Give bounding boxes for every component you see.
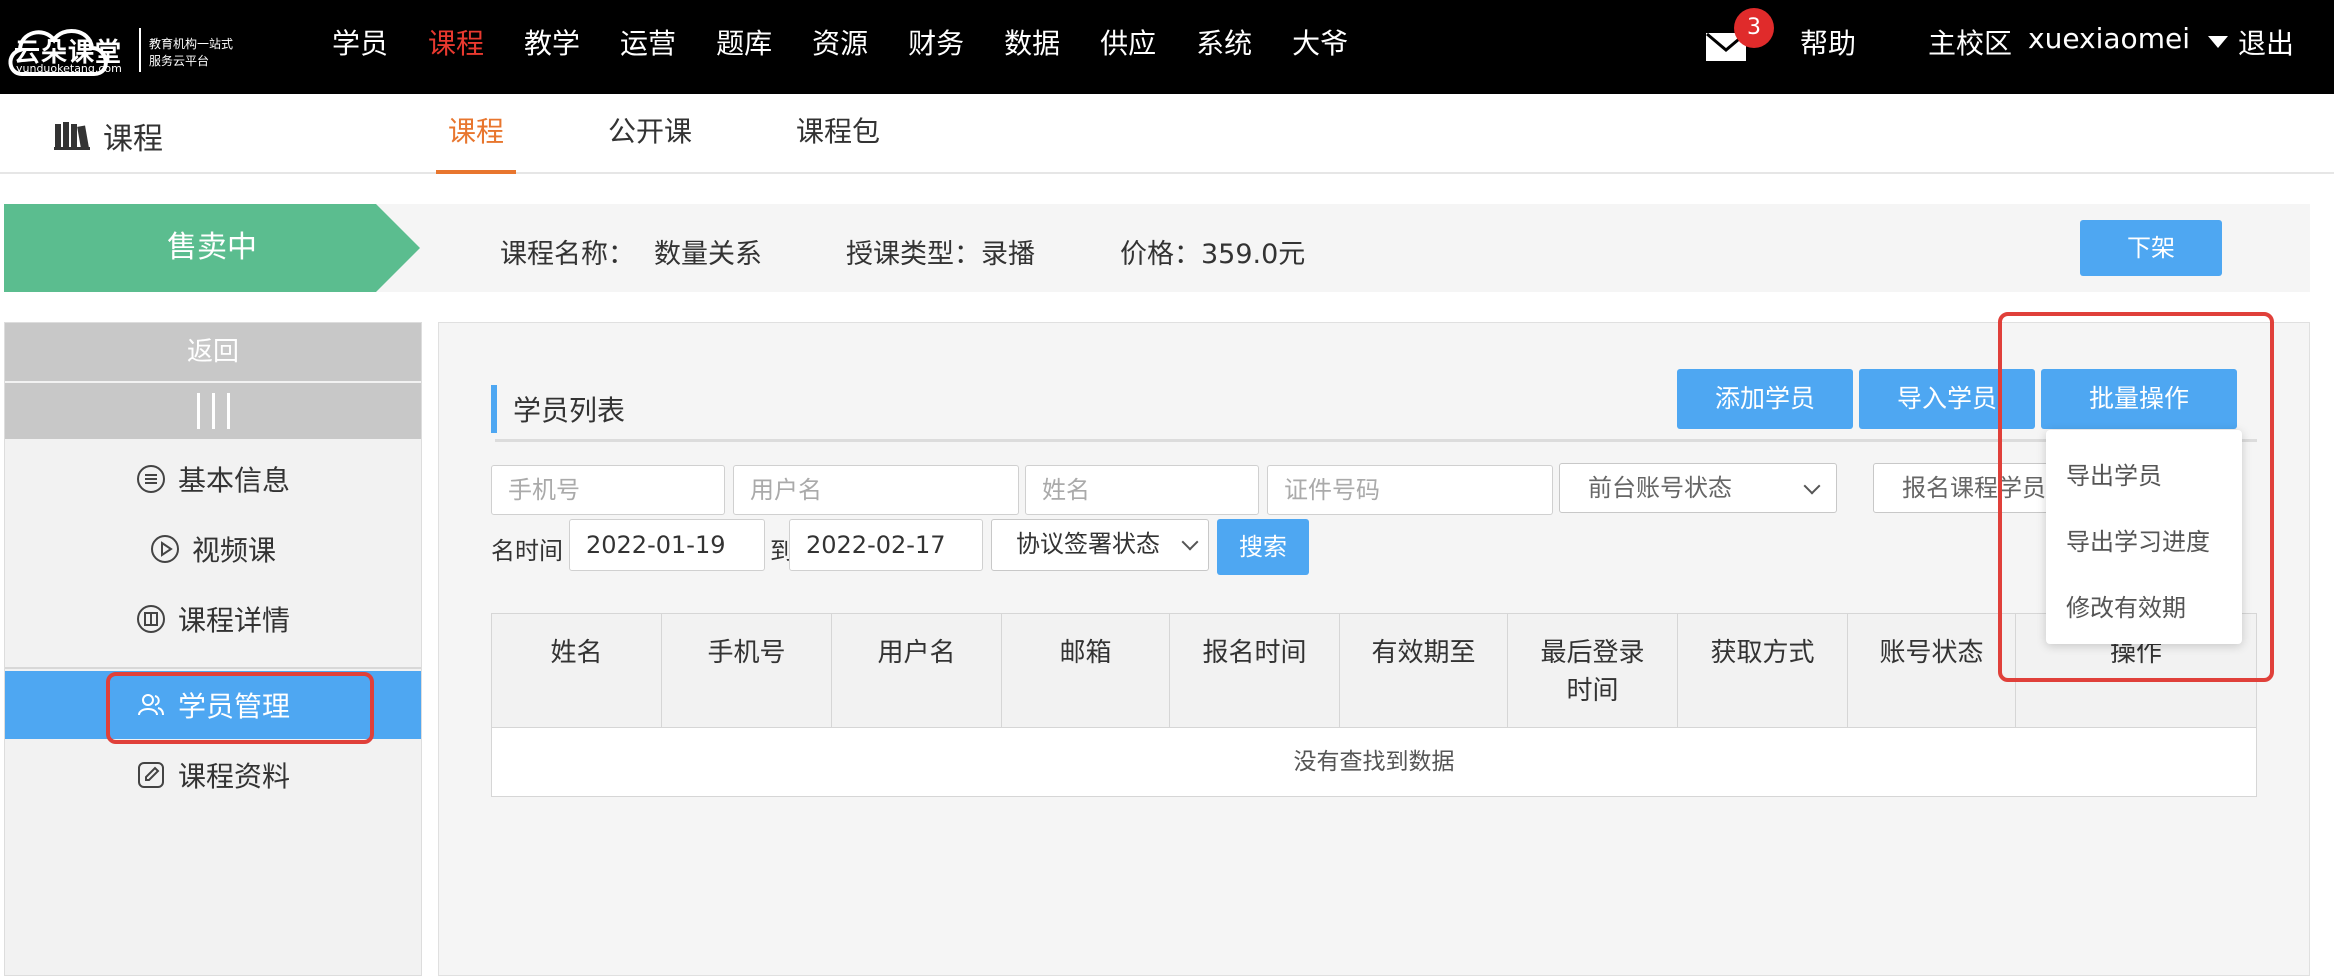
nav-item-courses[interactable]: 课程 xyxy=(428,22,484,62)
course-type: 授课类型：录播 xyxy=(846,239,1035,270)
tab-courses[interactable]: 课程 xyxy=(436,94,517,174)
search-button[interactable]: 搜索 xyxy=(1217,519,1309,575)
sidebar-item-course-details[interactable]: 课程详情 xyxy=(5,585,421,653)
campus-selector[interactable]: 主校区 xyxy=(1928,22,2012,62)
mail-count-badge: 3 xyxy=(1734,8,1774,48)
logo-divider xyxy=(139,28,141,72)
enroll-time-label: 名时间 xyxy=(491,537,563,565)
back-button[interactable]: 返回 xyxy=(5,323,421,381)
chevron-down-icon[interactable] xyxy=(2208,36,2228,48)
highlight-box-student-management xyxy=(106,672,374,744)
collapse-handle[interactable] xyxy=(5,383,421,439)
column-header-last-login: 最后登录时间 xyxy=(1508,614,1678,728)
agreement-status-select[interactable]: 协议签署状态 xyxy=(991,519,1209,571)
nav-item-data[interactable]: 数据 xyxy=(1004,22,1060,62)
course-info-strip: 售卖中 课程名称： 数量关系 授课类型：录播 价格：359.0元 下架 xyxy=(4,204,2310,292)
sidebar-item-label: 课程资料 xyxy=(177,760,290,793)
nav-item-operations[interactable]: 运营 xyxy=(620,22,676,62)
edit-icon xyxy=(137,762,164,788)
sidebar-item-label: 课程详情 xyxy=(177,604,290,637)
sidebar-item-label: 视频课 xyxy=(191,534,276,567)
student-table: 姓名 手机号 用户名 邮箱 报名时间 有效期至 最后登录时间 获取方式 账号状态… xyxy=(491,613,2257,797)
books-icon xyxy=(54,122,90,150)
course-name-value: 数量关系 xyxy=(654,239,762,270)
course-name-label: 课程名称： xyxy=(500,239,635,270)
column-header-phone: 手机号 xyxy=(662,614,832,728)
brand-logo[interactable]: 云朵课堂 yunduoketang.com 教育机构一站式服务云平台 xyxy=(4,10,233,80)
help-link[interactable]: 帮助 xyxy=(1800,22,1856,62)
column-header-valid-until: 有效期至 xyxy=(1340,614,1508,728)
nav-item-students[interactable]: 学员 xyxy=(332,22,388,62)
brand-slogan: 教育机构一站式服务云平台 xyxy=(149,37,234,68)
tab-open-courses[interactable]: 公开课 xyxy=(596,94,704,174)
id-number-input[interactable] xyxy=(1267,465,1553,515)
user-menu[interactable]: xuexiaomei xyxy=(2028,22,2190,55)
username-input[interactable] xyxy=(733,465,1019,515)
sidebar-divider xyxy=(5,667,421,669)
off-shelf-button[interactable]: 下架 xyxy=(2080,220,2222,276)
course-price: 价格：359.0元 xyxy=(1120,239,1306,270)
top-nav-bar: 云朵课堂 yunduoketang.com 教育机构一站式服务云平台 学员 课程… xyxy=(0,0,2334,94)
column-header-account-status: 账号状态 xyxy=(1848,614,2016,728)
book-icon xyxy=(136,605,165,633)
nav-item-daye[interactable]: 大爷 xyxy=(1292,22,1348,62)
course-tabs: 课程 公开课 课程包 xyxy=(436,94,972,174)
title-accent-bar xyxy=(491,385,497,433)
student-list-title: 学员列表 xyxy=(513,394,626,427)
logout-link[interactable]: 退出 xyxy=(2238,22,2294,62)
play-icon xyxy=(150,535,179,563)
sidebar-item-label: 基本信息 xyxy=(177,464,290,497)
column-header-acquire-method: 获取方式 xyxy=(1678,614,1848,728)
nav-item-supply[interactable]: 供应 xyxy=(1100,22,1156,62)
section-title: 课程 xyxy=(103,122,163,157)
table-header: 姓名 手机号 用户名 邮箱 报名时间 有效期至 最后登录时间 获取方式 账号状态… xyxy=(492,614,2256,728)
sub-header: 课程 课程 公开课 课程包 xyxy=(0,94,2334,174)
sidebar-item-basic-info[interactable]: 基本信息 xyxy=(5,445,421,513)
chevron-down-icon xyxy=(1803,477,1821,495)
date-to-input[interactable] xyxy=(789,519,983,571)
course-sidebar: 返回 基本信息 视频课 课程详情 学员管理 课程资料 xyxy=(4,322,422,976)
nav-item-system[interactable]: 系统 xyxy=(1196,22,1252,62)
tab-course-packages[interactable]: 课程包 xyxy=(784,94,892,174)
list-icon xyxy=(136,465,165,493)
name-input[interactable] xyxy=(1025,465,1259,515)
date-from-input[interactable] xyxy=(569,519,765,571)
account-status-value: 前台账号状态 xyxy=(1588,474,1732,502)
column-header-email: 邮箱 xyxy=(1002,614,1170,728)
title-divider xyxy=(495,439,2257,442)
sidebar-item-video[interactable]: 视频课 xyxy=(5,515,421,583)
sidebar-item-course-materials[interactable]: 课程资料 xyxy=(5,741,421,809)
account-status-select[interactable]: 前台账号状态 xyxy=(1559,463,1837,513)
brand-domain: yunduoketang.com xyxy=(16,62,122,75)
phone-input[interactable] xyxy=(491,465,725,515)
column-header-username: 用户名 xyxy=(832,614,1002,728)
empty-table-message: 没有查找到数据 xyxy=(1293,749,1455,775)
chevron-down-icon xyxy=(1181,533,1199,551)
main-nav: 学员 课程 教学 运营 题库 资源 财务 数据 供应 系统 大爷 xyxy=(332,22,1388,62)
nav-item-teaching[interactable]: 教学 xyxy=(524,22,580,62)
highlight-box-batch-operation xyxy=(1998,312,2274,682)
column-header-name: 姓名 xyxy=(492,614,662,728)
status-badge: 售卖中 xyxy=(167,230,257,265)
nav-item-finance[interactable]: 财务 xyxy=(908,22,964,62)
add-student-button[interactable]: 添加学员 xyxy=(1677,369,1853,429)
nav-item-resources[interactable]: 资源 xyxy=(812,22,868,62)
nav-item-question-bank[interactable]: 题库 xyxy=(716,22,772,62)
column-header-enroll-time: 报名时间 xyxy=(1170,614,1340,728)
agreement-status-value: 协议签署状态 xyxy=(1016,530,1160,558)
